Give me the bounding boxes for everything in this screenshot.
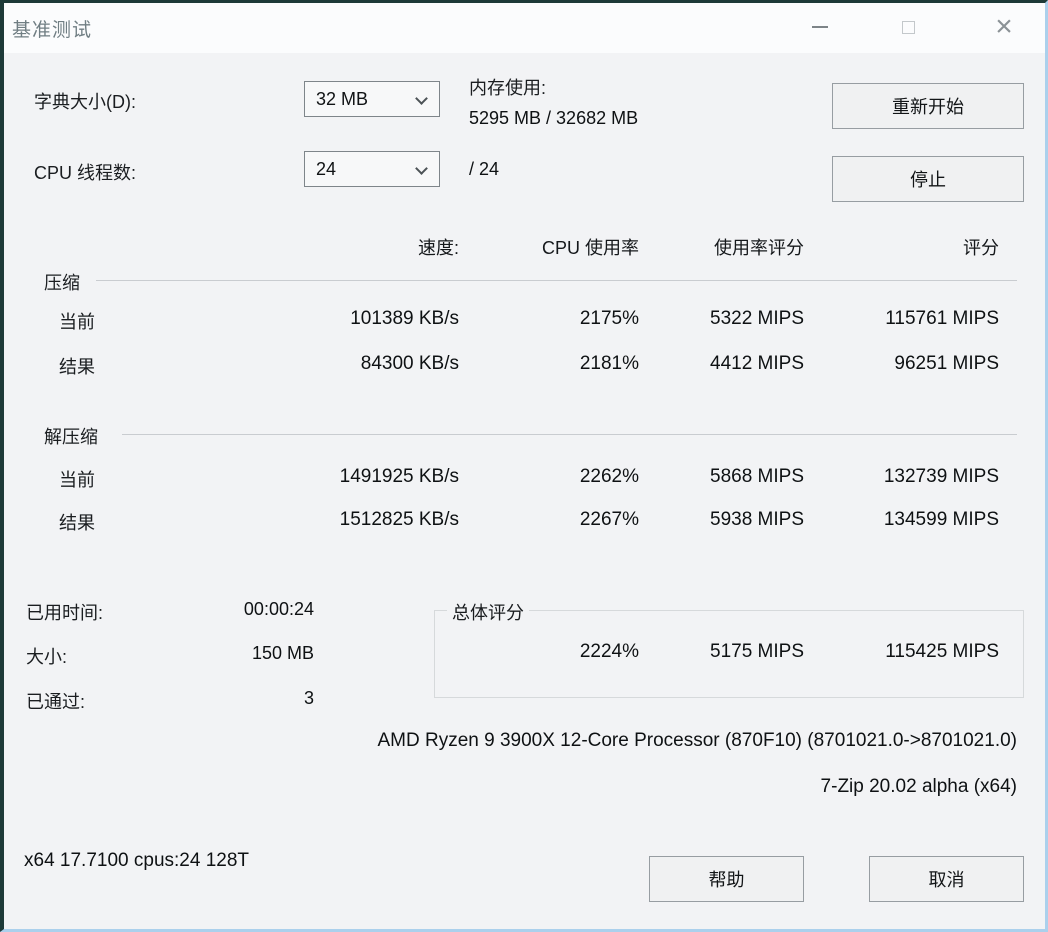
speed-value: 1512825 KB/s	[339, 509, 459, 530]
decompression-divider	[122, 434, 1017, 435]
header-rating: 评分	[963, 238, 999, 258]
cpu-usage-value: 2175%	[579, 308, 639, 329]
passes-label: 已通过:	[26, 692, 86, 712]
compression-divider	[96, 280, 1017, 281]
rating-value: 96251 MIPS	[894, 353, 999, 374]
elapsed-time-value: 00:00:24	[243, 599, 314, 619]
header-speed: 速度:	[417, 238, 459, 258]
header-cpu-usage: CPU 使用率	[541, 238, 639, 258]
rating-value: 132739 MIPS	[883, 466, 999, 487]
table-row: 结果 1512825 KB/s 2267% 5938 MIPS 134599 M…	[4, 509, 1045, 535]
row-label: 结果	[59, 357, 95, 377]
maximize-icon	[901, 20, 915, 34]
dictionary-size-select[interactable]: 32 MB	[304, 81, 440, 117]
usage-rating-value: 5322 MIPS	[710, 308, 804, 329]
rating-value: 115761 MIPS	[885, 308, 999, 329]
cpu-usage-value: 2181%	[579, 353, 639, 374]
memory-usage-value: 5295 MB / 32682 MB	[469, 108, 639, 128]
cpu-usage-value: 2262%	[579, 466, 639, 487]
speed-value: 1491925 KB/s	[339, 466, 459, 487]
rating-value: 134599 MIPS	[883, 509, 999, 530]
table-header-row: 速度: CPU 使用率 使用率评分 评分	[4, 234, 1045, 260]
dictionary-size-value: 32 MB	[316, 88, 369, 109]
row-label: 当前	[59, 470, 95, 490]
chevron-down-icon	[415, 92, 428, 105]
minimize-button[interactable]	[792, 3, 848, 51]
row-label: 当前	[59, 312, 95, 332]
cpu-threads-total: / 24	[469, 159, 500, 179]
total-rating-label: 总体评分	[447, 599, 529, 625]
close-button[interactable]: ×	[976, 3, 1032, 51]
total-cpu-usage-value: 2224%	[579, 641, 639, 662]
header-usage-rating: 使用率评分	[714, 238, 804, 258]
row-label: 结果	[59, 513, 95, 533]
table-row: 当前 1491925 KB/s 2262% 5868 MIPS 132739 M…	[4, 466, 1045, 492]
usage-rating-value: 5868 MIPS	[710, 466, 804, 487]
total-rating-row: 2224% 5175 MIPS 115425 MIPS	[4, 641, 1045, 667]
cpu-usage-value: 2267%	[579, 509, 639, 530]
close-icon: ×	[995, 10, 1013, 43]
minimize-icon	[812, 26, 828, 28]
usage-rating-value: 5938 MIPS	[710, 509, 804, 530]
elapsed-time-label: 已用时间:	[26, 603, 104, 623]
compression-group-label: 压缩	[44, 273, 80, 293]
table-row: 当前 101389 KB/s 2175% 5322 MIPS 115761 MI…	[4, 308, 1045, 334]
benchmark-dialog: 基准测试 × 字典大小(D): 32 MB 内存使用: 5295 MB / 32…	[0, 0, 1048, 932]
cpu-threads-label: CPU 线程数:	[34, 163, 137, 183]
total-usage-rating-value: 5175 MIPS	[710, 641, 804, 662]
memory-usage-label: 内存使用:	[469, 78, 547, 98]
window-title: 基准测试	[12, 20, 93, 41]
stop-button[interactable]: 停止	[832, 156, 1024, 202]
cpu-threads-value: 24	[316, 158, 337, 179]
restart-button[interactable]: 重新开始	[832, 83, 1024, 129]
chevron-down-icon	[415, 162, 428, 175]
total-rating-value: 115425 MIPS	[885, 641, 999, 662]
cancel-button[interactable]: 取消	[869, 856, 1024, 902]
cpu-threads-select[interactable]: 24	[304, 151, 440, 187]
build-info-text: x64 17.7100 cpus:24 128T	[24, 850, 250, 871]
maximize-button[interactable]	[880, 3, 936, 51]
app-version-text: 7-Zip 20.02 alpha (x64)	[820, 776, 1017, 797]
titlebar: 基准测试 ×	[4, 3, 1045, 53]
decompression-group-label: 解压缩	[44, 427, 98, 447]
speed-value: 101389 KB/s	[350, 308, 459, 329]
passes-value: 3	[303, 688, 314, 708]
cpu-info-text: AMD Ryzen 9 3900X 12-Core Processor (870…	[377, 730, 1017, 751]
usage-rating-value: 4412 MIPS	[710, 353, 804, 374]
speed-value: 84300 KB/s	[360, 353, 459, 374]
help-button[interactable]: 帮助	[649, 856, 804, 902]
table-row: 结果 84300 KB/s 2181% 4412 MIPS 96251 MIPS	[4, 353, 1045, 379]
dictionary-size-label: 字典大小(D):	[34, 92, 136, 112]
